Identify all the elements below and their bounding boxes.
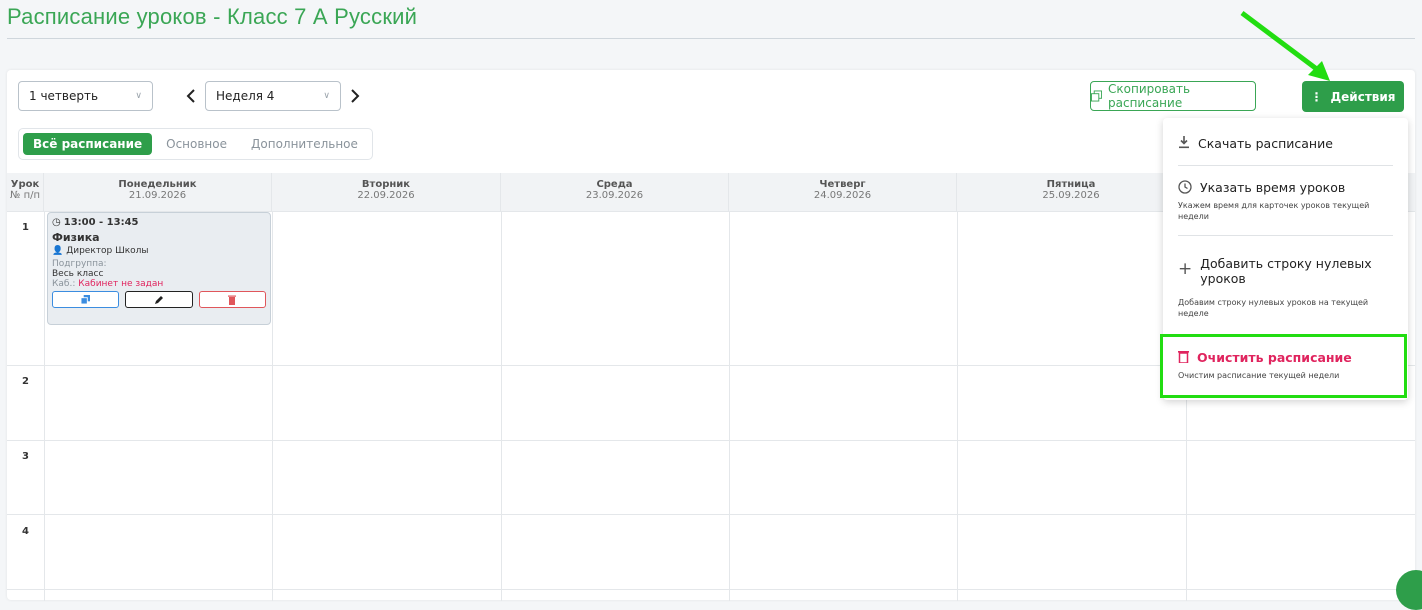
copy-lesson-button[interactable] (52, 291, 120, 308)
lesson-teacher: Директор Школы (66, 246, 149, 256)
lesson-subject: Физика (52, 231, 100, 244)
chevron-left-icon (186, 89, 195, 103)
chevron-down-icon: ∨ (323, 91, 330, 101)
lesson-card[interactable]: ◷ 13:00 - 13:45 Физика 👤 Директор Школы … (47, 212, 271, 325)
menu-item-add-zero-row[interactable]: + Добавить строку нулевых уроков Добавим… (1178, 256, 1393, 320)
day-header-mon: Понедельник 21.09.2026 (44, 173, 272, 211)
tab-all[interactable]: Всё расписание (23, 133, 153, 155)
edit-lesson-button[interactable] (125, 291, 193, 308)
copy-icon (81, 295, 91, 304)
download-icon (1179, 136, 1189, 149)
row-number: 1 (22, 222, 29, 233)
prev-week-button[interactable] (180, 85, 202, 107)
tab-main[interactable]: Основное (156, 133, 237, 155)
menu-item-download[interactable]: Скачать расписание (1178, 136, 1393, 151)
trash-icon (228, 295, 237, 305)
day-header-fri: Пятница 25.09.2026 (957, 173, 1186, 211)
clock-icon: ◷ (52, 217, 61, 228)
lesson-col-header: Урок № п/п (7, 173, 44, 211)
next-week-button[interactable] (344, 85, 366, 107)
menu-item-set-time[interactable]: Указать время уроков Укажем время для ка… (1178, 180, 1393, 223)
subgroup-value: Весь класс (52, 269, 104, 279)
user-icon: 👤 (52, 246, 64, 256)
chevron-down-icon: ∨ (135, 91, 142, 101)
room-label: Каб.: (52, 279, 76, 289)
quarter-select-value: 1 четверть (29, 89, 99, 103)
row-number: 2 (22, 376, 29, 387)
plus-icon: + (1178, 259, 1193, 279)
annotation-arrow-icon (1240, 11, 1330, 81)
week-select[interactable]: Неделя 4 ∨ (205, 81, 341, 111)
actions-button[interactable]: ⋮ Действия (1302, 81, 1404, 112)
page-title: Расписание уроков - Класс 7 А Русский (7, 4, 418, 29)
subgroup-label: Подгруппа: (52, 259, 107, 269)
more-vertical-icon: ⋮ (1310, 89, 1323, 104)
clock-icon (1178, 180, 1192, 194)
chevron-right-icon (351, 89, 360, 103)
copy-schedule-button[interactable]: Скопировать расписание (1090, 81, 1256, 111)
lesson-time: 13:00 - 13:45 (63, 217, 139, 228)
copy-icon (1091, 90, 1103, 102)
tab-additional[interactable]: Дополнительное (241, 133, 368, 155)
chat-widget-button[interactable] (1396, 570, 1422, 610)
day-header-wed: Среда 23.09.2026 (501, 173, 729, 211)
pencil-icon (154, 295, 163, 304)
row-number: 4 (22, 526, 29, 537)
room-value: Кабинет не задан (78, 279, 164, 289)
row-number: 3 (22, 451, 29, 462)
title-divider (7, 38, 1415, 39)
schedule-type-tabs: Всё расписание Основное Дополнительное (18, 128, 373, 160)
week-select-value: Неделя 4 (216, 89, 275, 103)
copy-schedule-label: Скопировать расписание (1108, 82, 1191, 110)
highlight-box (1160, 334, 1407, 398)
day-header-tue: Вторник 22.09.2026 (272, 173, 501, 211)
actions-label: Действия (1330, 89, 1396, 104)
delete-lesson-button[interactable] (198, 291, 266, 308)
day-header-thu: Четверг 24.09.2026 (729, 173, 957, 211)
quarter-select[interactable]: 1 четверть ∨ (18, 81, 153, 111)
